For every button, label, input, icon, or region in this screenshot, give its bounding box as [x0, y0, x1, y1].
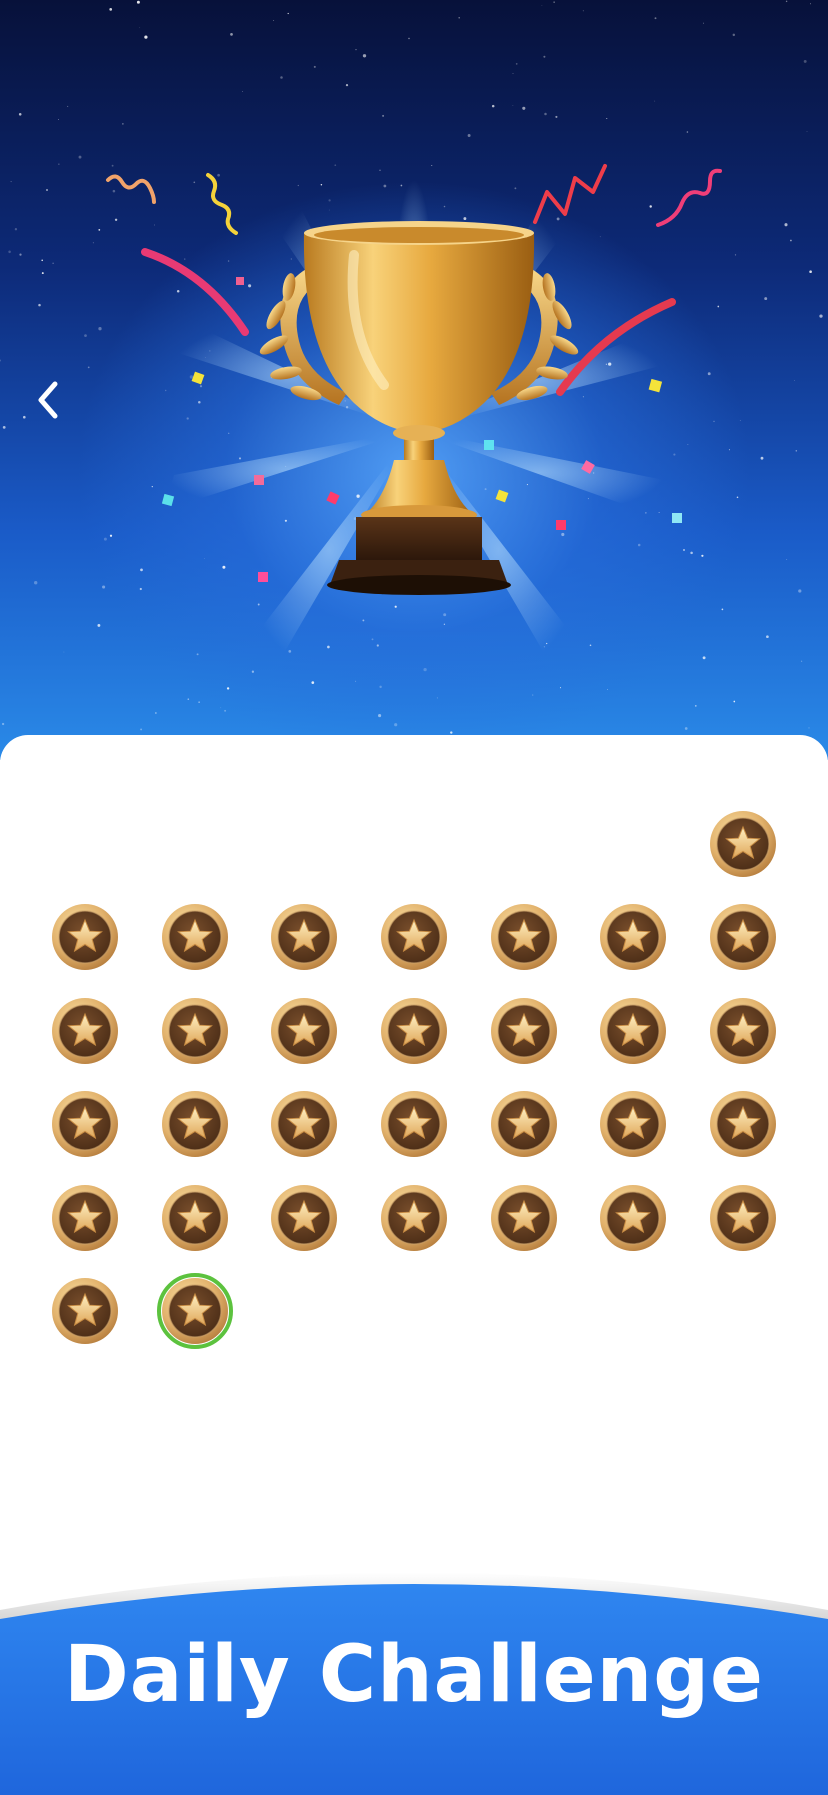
star-medal-icon — [271, 1091, 337, 1157]
star-medal-icon — [710, 1185, 776, 1251]
medal-day[interactable] — [490, 1184, 558, 1252]
medal-day[interactable] — [599, 903, 667, 971]
star-medal-icon — [52, 998, 118, 1064]
medal-day[interactable] — [270, 903, 338, 971]
medal-day-selected[interactable] — [157, 1273, 233, 1349]
star-medal-icon — [271, 998, 337, 1064]
star-medal-icon — [52, 1091, 118, 1157]
star-medal-icon — [162, 1091, 228, 1157]
medal-day[interactable] — [380, 1090, 448, 1158]
medal-day[interactable] — [380, 903, 448, 971]
medal-day[interactable] — [490, 1090, 558, 1158]
star-medal-icon — [162, 904, 228, 970]
star-medal-icon — [600, 904, 666, 970]
medal-day[interactable] — [709, 1090, 777, 1158]
medal-day[interactable] — [490, 997, 558, 1065]
daily-challenge-title: Daily Challenge — [64, 1630, 764, 1720]
medal-day[interactable] — [51, 903, 119, 971]
star-medal-icon — [381, 1091, 447, 1157]
medal-day[interactable] — [709, 810, 777, 878]
medal-day[interactable] — [51, 1277, 119, 1345]
medal-day[interactable] — [490, 903, 558, 971]
star-medal-icon — [710, 998, 776, 1064]
medal-day[interactable] — [709, 997, 777, 1065]
star-medal-icon — [381, 904, 447, 970]
gold-trophy-icon — [244, 215, 594, 615]
medal-day[interactable] — [599, 997, 667, 1065]
medal-day[interactable] — [51, 1090, 119, 1158]
star-medal-icon — [491, 998, 557, 1064]
star-medal-icon — [600, 1185, 666, 1251]
star-medal-icon — [710, 904, 776, 970]
star-medal-icon — [491, 1185, 557, 1251]
star-medal-icon — [600, 1091, 666, 1157]
medal-day[interactable] — [161, 997, 229, 1065]
star-medal-icon — [52, 1278, 118, 1344]
star-medal-icon — [271, 904, 337, 970]
chevron-left-icon — [38, 381, 58, 419]
back-button[interactable] — [28, 372, 68, 428]
star-medal-icon — [710, 811, 776, 877]
medal-day[interactable] — [51, 997, 119, 1065]
star-medal-icon — [381, 1185, 447, 1251]
star-medal-icon — [600, 998, 666, 1064]
medal-day[interactable] — [161, 1184, 229, 1252]
medal-day[interactable] — [599, 1184, 667, 1252]
medal-day[interactable] — [270, 1184, 338, 1252]
hero-header — [0, 0, 828, 760]
medal-day[interactable] — [380, 997, 448, 1065]
medal-day[interactable] — [270, 997, 338, 1065]
star-medal-icon — [710, 1091, 776, 1157]
star-medal-icon — [52, 904, 118, 970]
star-medal-icon — [271, 1185, 337, 1251]
medal-day[interactable] — [270, 1090, 338, 1158]
medal-day[interactable] — [709, 1184, 777, 1252]
medal-day[interactable] — [51, 1184, 119, 1252]
medal-day[interactable] — [599, 1090, 667, 1158]
medal-day[interactable] — [161, 903, 229, 971]
star-medal-icon — [162, 998, 228, 1064]
medal-day[interactable] — [380, 1184, 448, 1252]
star-medal-icon — [162, 1278, 228, 1344]
star-medal-icon — [162, 1185, 228, 1251]
star-medal-icon — [381, 998, 447, 1064]
medal-day[interactable] — [161, 1090, 229, 1158]
medal-day[interactable] — [709, 903, 777, 971]
star-medal-icon — [491, 1091, 557, 1157]
star-medal-icon — [491, 904, 557, 970]
star-medal-icon — [52, 1185, 118, 1251]
